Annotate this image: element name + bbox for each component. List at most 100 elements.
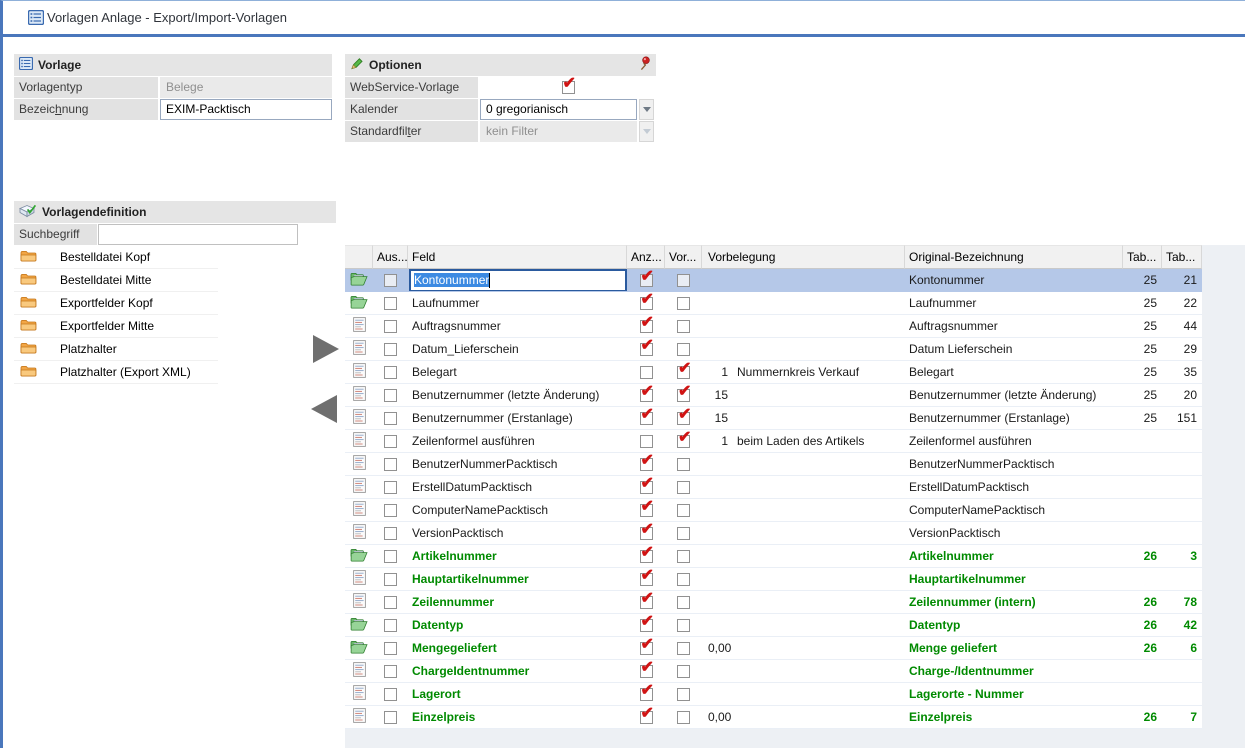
anzeigen-checkbox[interactable] (640, 573, 653, 586)
grid-row[interactable]: DatentypDatentyp2642 (345, 614, 1202, 637)
folder-list-item[interactable]: Bestelldatei Mitte (14, 269, 218, 292)
suchbegriff-input[interactable] (98, 224, 298, 245)
anzeigen-checkbox[interactable] (640, 596, 653, 609)
aus-checkbox[interactable] (384, 343, 397, 356)
aus-checkbox[interactable] (384, 688, 397, 701)
grid-row[interactable]: ChargeIdentnummerCharge-/Identnummer (345, 660, 1202, 683)
anzeigen-checkbox[interactable] (640, 389, 653, 402)
anzeigen-checkbox[interactable] (640, 665, 653, 678)
grid-row[interactable]: ComputerNamePacktischComputerNamePacktis… (345, 499, 1202, 522)
kalender-select[interactable]: 0 gregorianisch (480, 99, 637, 120)
column-header-icon[interactable] (345, 245, 373, 269)
vorbelegung-checkbox[interactable] (677, 642, 690, 655)
folder-list-item[interactable]: Platzhalter (14, 338, 218, 361)
vorbelegung-checkbox[interactable] (677, 297, 690, 310)
kalender-dropdown-button[interactable] (639, 99, 654, 120)
column-header-anz[interactable]: Anz... (627, 245, 665, 269)
vorbelegung-checkbox[interactable] (677, 573, 690, 586)
move-right-arrow-button[interactable] (313, 335, 339, 363)
aus-checkbox[interactable] (384, 274, 397, 287)
vorbelegung-checkbox[interactable] (677, 711, 690, 724)
aus-checkbox[interactable] (384, 550, 397, 563)
aus-checkbox[interactable] (384, 665, 397, 678)
vorbelegung-checkbox[interactable] (677, 619, 690, 632)
bezeichnung-field[interactable]: EXIM-Packtisch (160, 99, 332, 120)
folder-list-item[interactable]: Platzhalter (Export XML) (14, 361, 218, 384)
grid-row[interactable]: VersionPacktischVersionPacktisch (345, 522, 1202, 545)
vorbelegung-checkbox[interactable] (677, 596, 690, 609)
vorbelegung-checkbox[interactable] (677, 527, 690, 540)
grid-row[interactable]: Belegart1Nummernkreis VerkaufBelegart253… (345, 361, 1202, 384)
column-header-tab[interactable]: Tab... (1162, 245, 1202, 269)
aus-checkbox[interactable] (384, 481, 397, 494)
folder-list-item[interactable]: Bestelldatei Kopf (14, 246, 218, 269)
aus-checkbox[interactable] (384, 366, 397, 379)
aus-checkbox[interactable] (384, 504, 397, 517)
vorbelegung-checkbox[interactable] (677, 688, 690, 701)
vorbelegung-checkbox[interactable] (677, 389, 690, 402)
anzeigen-checkbox[interactable] (640, 688, 653, 701)
anzeigen-checkbox[interactable] (640, 343, 653, 356)
grid-row[interactable]: LaufnummerLaufnummer2522 (345, 292, 1202, 315)
grid-row[interactable]: ZeilennummerZeilennummer (intern)2678 (345, 591, 1202, 614)
aus-checkbox[interactable] (384, 389, 397, 402)
vorbelegung-checkbox[interactable] (677, 366, 690, 379)
aus-checkbox[interactable] (384, 596, 397, 609)
grid-row[interactable]: BenutzerNummerPacktischBenutzerNummerPac… (345, 453, 1202, 476)
anzeigen-checkbox[interactable] (640, 274, 653, 287)
anzeigen-checkbox[interactable] (640, 435, 653, 448)
pin-icon[interactable] (639, 56, 651, 74)
anzeigen-checkbox[interactable] (640, 550, 653, 563)
folder-list-item[interactable]: Exportfelder Kopf (14, 292, 218, 315)
vorbelegung-checkbox[interactable] (677, 274, 690, 287)
grid-row[interactable]: Datum_LieferscheinDatum Lieferschein2529 (345, 338, 1202, 361)
grid-row[interactable]: KontonummerKontonummer2521 (345, 269, 1202, 292)
grid-row[interactable]: LagerortLagerorte - Nummer (345, 683, 1202, 706)
grid-row[interactable]: Benutzernummer (Erstanlage)15Benutzernum… (345, 407, 1202, 430)
anzeigen-checkbox[interactable] (640, 320, 653, 333)
grid-row[interactable]: ErstellDatumPacktischErstellDatumPacktis… (345, 476, 1202, 499)
anzeigen-checkbox[interactable] (640, 619, 653, 632)
aus-checkbox[interactable] (384, 297, 397, 310)
vorbelegung-checkbox[interactable] (677, 481, 690, 494)
vorbelegung-checkbox[interactable] (677, 550, 690, 563)
anzeigen-checkbox[interactable] (640, 458, 653, 471)
webservice-vorlage-checkbox[interactable] (562, 81, 575, 94)
anzeigen-checkbox[interactable] (640, 711, 653, 724)
anzeigen-checkbox[interactable] (640, 412, 653, 425)
aus-checkbox[interactable] (384, 711, 397, 724)
vorbelegung-checkbox[interactable] (677, 504, 690, 517)
column-header-vorbelegung[interactable]: Vorbelegung (702, 245, 905, 269)
anzeigen-checkbox[interactable] (640, 642, 653, 655)
vorbelegung-checkbox[interactable] (677, 435, 690, 448)
anzeigen-checkbox[interactable] (640, 504, 653, 517)
aus-checkbox[interactable] (384, 458, 397, 471)
vorbelegung-checkbox[interactable] (677, 320, 690, 333)
move-left-arrow-button[interactable] (311, 395, 337, 423)
grid-row[interactable]: Einzelpreis0,00Einzelpreis267 (345, 706, 1202, 729)
aus-checkbox[interactable] (384, 619, 397, 632)
vorbelegung-checkbox[interactable] (677, 343, 690, 356)
folder-list-item[interactable]: Exportfelder Mitte (14, 315, 218, 338)
grid-row[interactable]: Benutzernummer (letzte Änderung)15Benutz… (345, 384, 1202, 407)
column-header-feld[interactable]: Feld (408, 245, 627, 269)
column-header-aus[interactable]: Aus... (373, 245, 408, 269)
anzeigen-checkbox[interactable] (640, 366, 653, 379)
anzeigen-checkbox[interactable] (640, 527, 653, 540)
aus-checkbox[interactable] (384, 435, 397, 448)
anzeigen-checkbox[interactable] (640, 481, 653, 494)
feld-edit-input[interactable]: Kontonummer (409, 269, 627, 291)
aus-checkbox[interactable] (384, 573, 397, 586)
vorbelegung-checkbox[interactable] (677, 665, 690, 678)
grid-row[interactable]: Mengegeliefert0,00Menge geliefert266 (345, 637, 1202, 660)
column-header-tab[interactable]: Tab... (1123, 245, 1162, 269)
grid-row[interactable]: AuftragsnummerAuftragsnummer2544 (345, 315, 1202, 338)
vorbelegung-checkbox[interactable] (677, 412, 690, 425)
column-header-vor[interactable]: Vor... (665, 245, 702, 269)
anzeigen-checkbox[interactable] (640, 297, 653, 310)
aus-checkbox[interactable] (384, 412, 397, 425)
aus-checkbox[interactable] (384, 642, 397, 655)
vorbelegung-checkbox[interactable] (677, 458, 690, 471)
grid-row[interactable]: Zeilenformel ausführen1beim Laden des Ar… (345, 430, 1202, 453)
aus-checkbox[interactable] (384, 527, 397, 540)
